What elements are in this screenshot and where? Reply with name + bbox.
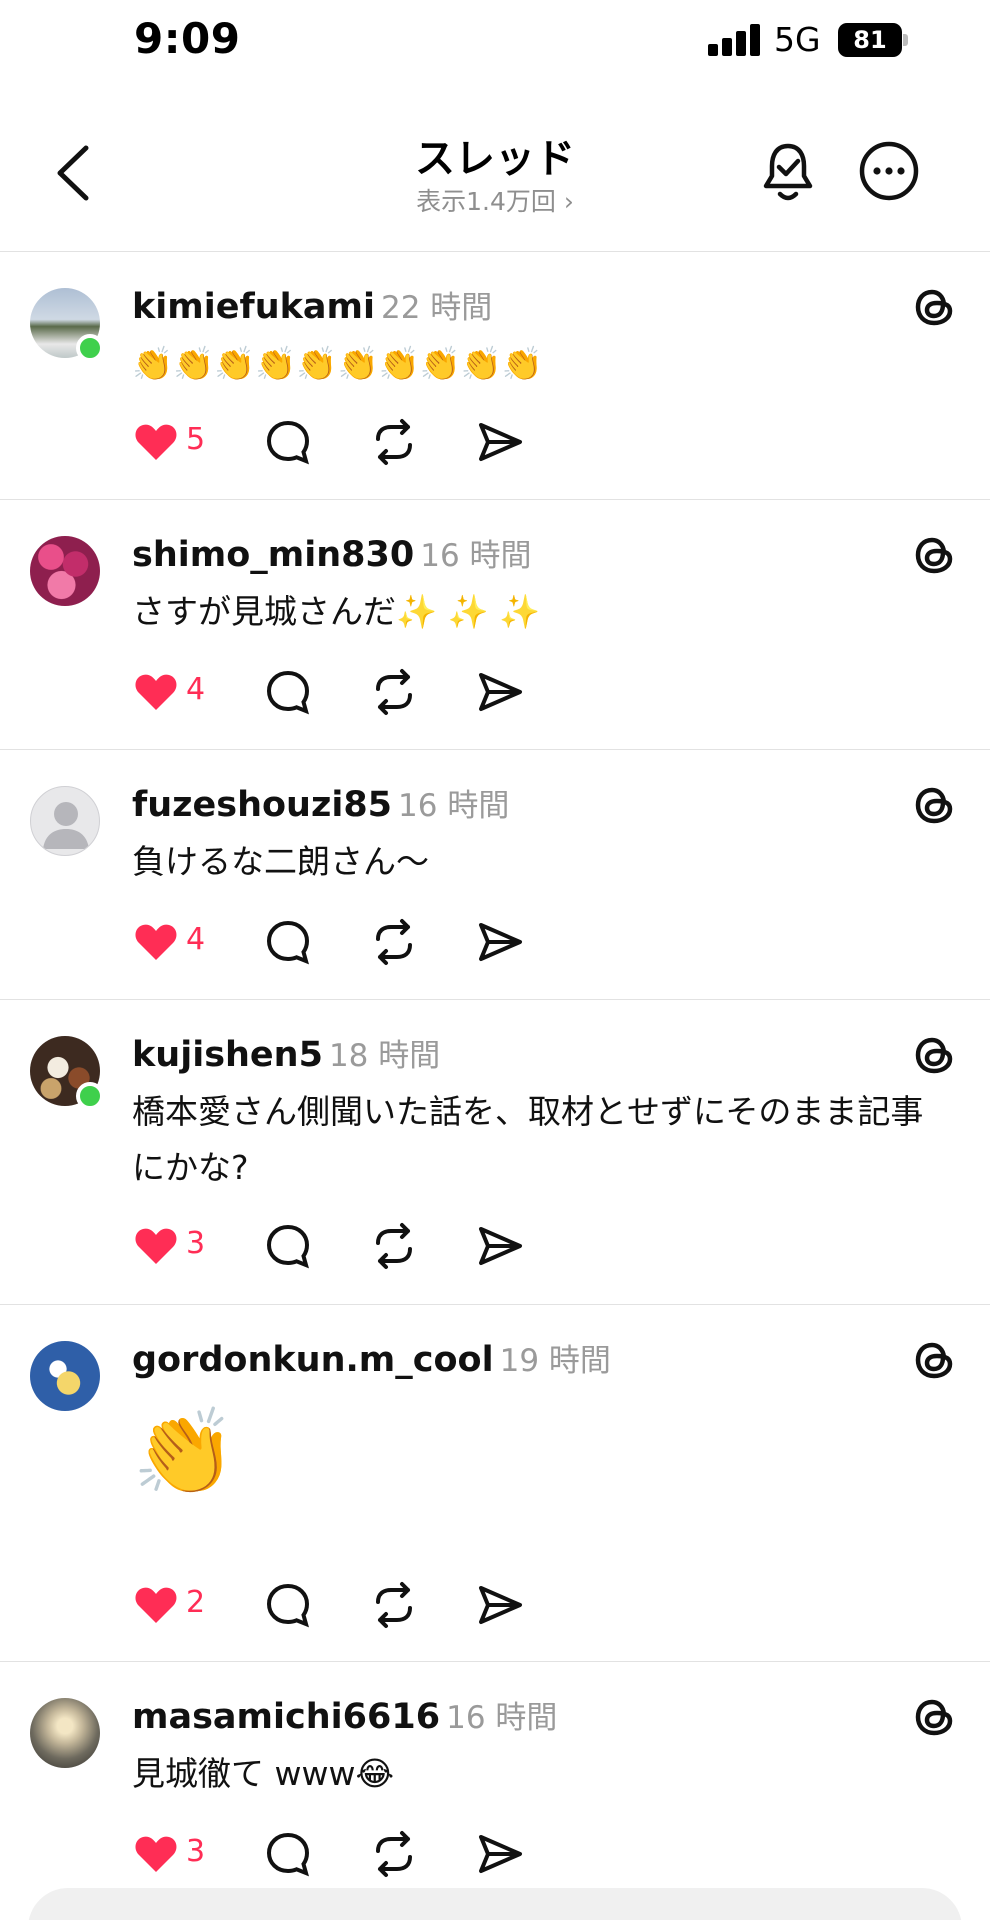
- avatar[interactable]: [30, 786, 100, 856]
- username[interactable]: masamichi6616: [132, 1697, 440, 1737]
- username[interactable]: fuzeshouzi85: [132, 785, 392, 825]
- network-type: 5G: [774, 20, 821, 59]
- repost-icon[interactable]: [370, 418, 418, 466]
- post-text: 負けるな二朗さん〜: [132, 842, 429, 881]
- like-count: 5: [186, 422, 206, 457]
- threads-logo-icon[interactable]: [912, 782, 958, 828]
- share-icon[interactable]: [476, 1830, 524, 1878]
- share-icon[interactable]: [476, 668, 524, 716]
- status-time: 9:09: [134, 14, 241, 63]
- avatar[interactable]: [30, 1341, 100, 1411]
- share-icon[interactable]: [476, 1581, 524, 1629]
- threads-logo-icon[interactable]: [912, 532, 958, 578]
- reply-input-bar[interactable]: [28, 1888, 962, 1920]
- thread-post[interactable]: masamichi6616 16 時間 見城徹て www😂 3: [0, 1662, 990, 1920]
- threads-logo-icon[interactable]: [912, 284, 958, 330]
- heart-icon[interactable]: [132, 418, 180, 466]
- repost-icon[interactable]: [370, 668, 418, 716]
- post-time: 18 時間: [328, 1038, 441, 1074]
- username[interactable]: kujishen5: [132, 1035, 323, 1075]
- thread-post[interactable]: fuzeshouzi85 16 時間 負けるな二朗さん〜 4: [0, 750, 990, 1000]
- avatar[interactable]: [30, 1698, 100, 1768]
- battery-icon: 81: [838, 23, 908, 57]
- more-icon[interactable]: [858, 140, 920, 202]
- post-text: 👏: [132, 1403, 237, 1501]
- post-time: 16 時間: [420, 538, 532, 574]
- username[interactable]: gordonkun.m_cool: [132, 1340, 494, 1380]
- online-status-indicator: [76, 334, 104, 362]
- thread-post[interactable]: kimiefukami 22 時間 👏👏👏👏👏👏👏👏👏👏 5: [0, 252, 990, 500]
- thread-post[interactable]: shimo_min830 16 時間 さすが見城さんだ✨ ✨ ✨ 4: [0, 500, 990, 750]
- repost-icon[interactable]: [370, 1222, 418, 1270]
- default-user-icon: [43, 802, 89, 849]
- header: スレッド 表示1.4万回 ›: [0, 84, 990, 252]
- threads-logo-icon[interactable]: [912, 1337, 958, 1383]
- post-time: 16 時間: [398, 788, 510, 824]
- post-time: 22 時間: [380, 290, 493, 326]
- post-time: 16 時間: [446, 1700, 558, 1736]
- repost-icon[interactable]: [370, 918, 418, 966]
- heart-icon[interactable]: [132, 1222, 180, 1270]
- heart-icon[interactable]: [132, 1581, 180, 1629]
- comment-icon[interactable]: [264, 668, 312, 716]
- heart-icon[interactable]: [132, 668, 180, 716]
- post-text: 橋本愛さん側聞いた話を、取材とせずにそのまま記事にかな?: [132, 1092, 924, 1187]
- repost-icon[interactable]: [370, 1830, 418, 1878]
- heart-icon[interactable]: [132, 918, 180, 966]
- like-count: 4: [186, 922, 206, 957]
- heart-icon[interactable]: [132, 1830, 180, 1878]
- share-icon[interactable]: [476, 418, 524, 466]
- comment-icon[interactable]: [264, 1222, 312, 1270]
- signal-icon: [708, 22, 760, 56]
- like-count: 3: [186, 1834, 206, 1869]
- thread-post[interactable]: kujishen5 18 時間 橋本愛さん側聞いた話を、取材とせずにそのまま記事に…: [0, 1000, 990, 1305]
- comment-icon[interactable]: [264, 418, 312, 466]
- comment-icon[interactable]: [264, 918, 312, 966]
- bell-check-icon[interactable]: [760, 140, 816, 204]
- comment-icon[interactable]: [264, 1581, 312, 1629]
- post-text: さすが見城さんだ✨ ✨ ✨: [132, 592, 541, 631]
- post-text: 👏👏👏👏👏👏👏👏👏👏: [132, 344, 543, 383]
- repost-icon[interactable]: [370, 1581, 418, 1629]
- online-status-indicator: [76, 1082, 104, 1110]
- view-count-link[interactable]: 表示1.4万回 ›: [0, 182, 990, 218]
- status-bar: 9:09 5G 81: [0, 0, 990, 84]
- like-count: 2: [186, 1585, 206, 1620]
- post-text: 見城徹て www😂: [132, 1754, 395, 1793]
- avatar[interactable]: [30, 536, 100, 606]
- post-time: 19 時間: [499, 1343, 611, 1379]
- page-title: スレッド: [415, 136, 575, 182]
- threads-logo-icon[interactable]: [912, 1694, 958, 1740]
- username[interactable]: kimiefukami: [132, 287, 375, 327]
- battery-level: 81: [838, 23, 902, 57]
- like-count: 4: [186, 672, 206, 707]
- comment-icon[interactable]: [264, 1830, 312, 1878]
- threads-logo-icon[interactable]: [912, 1032, 958, 1078]
- thread-post[interactable]: gordonkun.m_cool 19 時間 👏 2: [0, 1305, 990, 1662]
- share-icon[interactable]: [476, 918, 524, 966]
- like-count: 3: [186, 1226, 206, 1261]
- share-icon[interactable]: [476, 1222, 524, 1270]
- username[interactable]: shimo_min830: [132, 535, 414, 575]
